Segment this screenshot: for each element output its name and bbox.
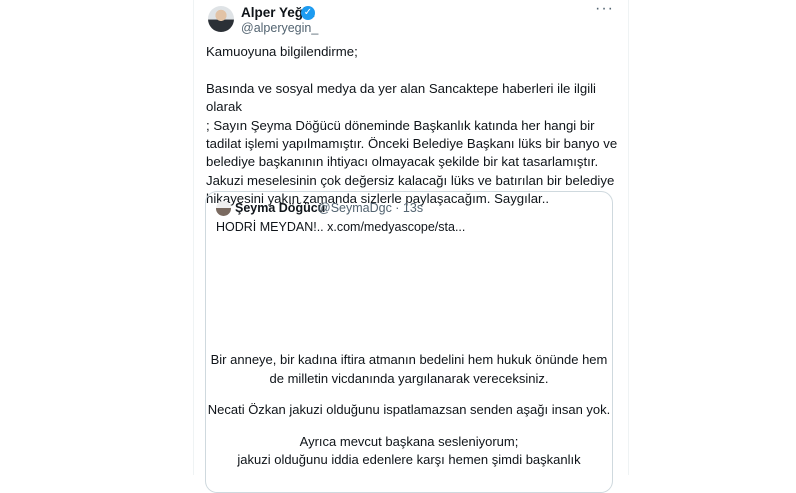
tweet-text: Kamuoyuna bilgilendirme; Basında ve sosy…	[206, 44, 618, 207]
tweet-card: Alper Yeğin ✓ @alperyegin_ ··· Kamuoyuna…	[193, 0, 629, 493]
quoted-tweet[interactable]: Şeyma Döğücü @SeymaDgc · 13s HODRİ MEYDA…	[205, 191, 613, 493]
more-options-icon[interactable]: ···	[595, 0, 614, 18]
image-line: de milletin vicdanında yargılanarak vere…	[269, 370, 549, 386]
image-line: Necati Özkan jakuzi olduğunu ispatlamazs…	[207, 402, 611, 417]
author-avatar[interactable]	[208, 6, 234, 32]
quote-author-name: Şeyma Döğücü	[235, 201, 326, 215]
quote-author-handle: @SeymaDgc · 13s	[318, 201, 424, 215]
quote-author-avatar	[216, 201, 231, 216]
quote-image[interactable]: Bir anneye, bir kadına iftira atmanın be…	[207, 238, 611, 492]
quote-text[interactable]: HODRİ MEYDAN!.. x.com/medyascope/sta...	[216, 220, 465, 234]
image-line: Bir anneye, bir kadına iftira atmanın be…	[210, 352, 608, 367]
image-line: jakuzi olduğunu iddia edenlere karşı hem…	[237, 452, 581, 467]
quote-image-text: Bir anneye, bir kadına iftira atmanın be…	[207, 351, 611, 470]
image-line: Ayrıca mevcut başkana sesleniyorum;	[299, 433, 519, 449]
verified-badge-icon: ✓	[301, 6, 315, 20]
author-handle[interactable]: @alperyegin_	[241, 21, 318, 35]
